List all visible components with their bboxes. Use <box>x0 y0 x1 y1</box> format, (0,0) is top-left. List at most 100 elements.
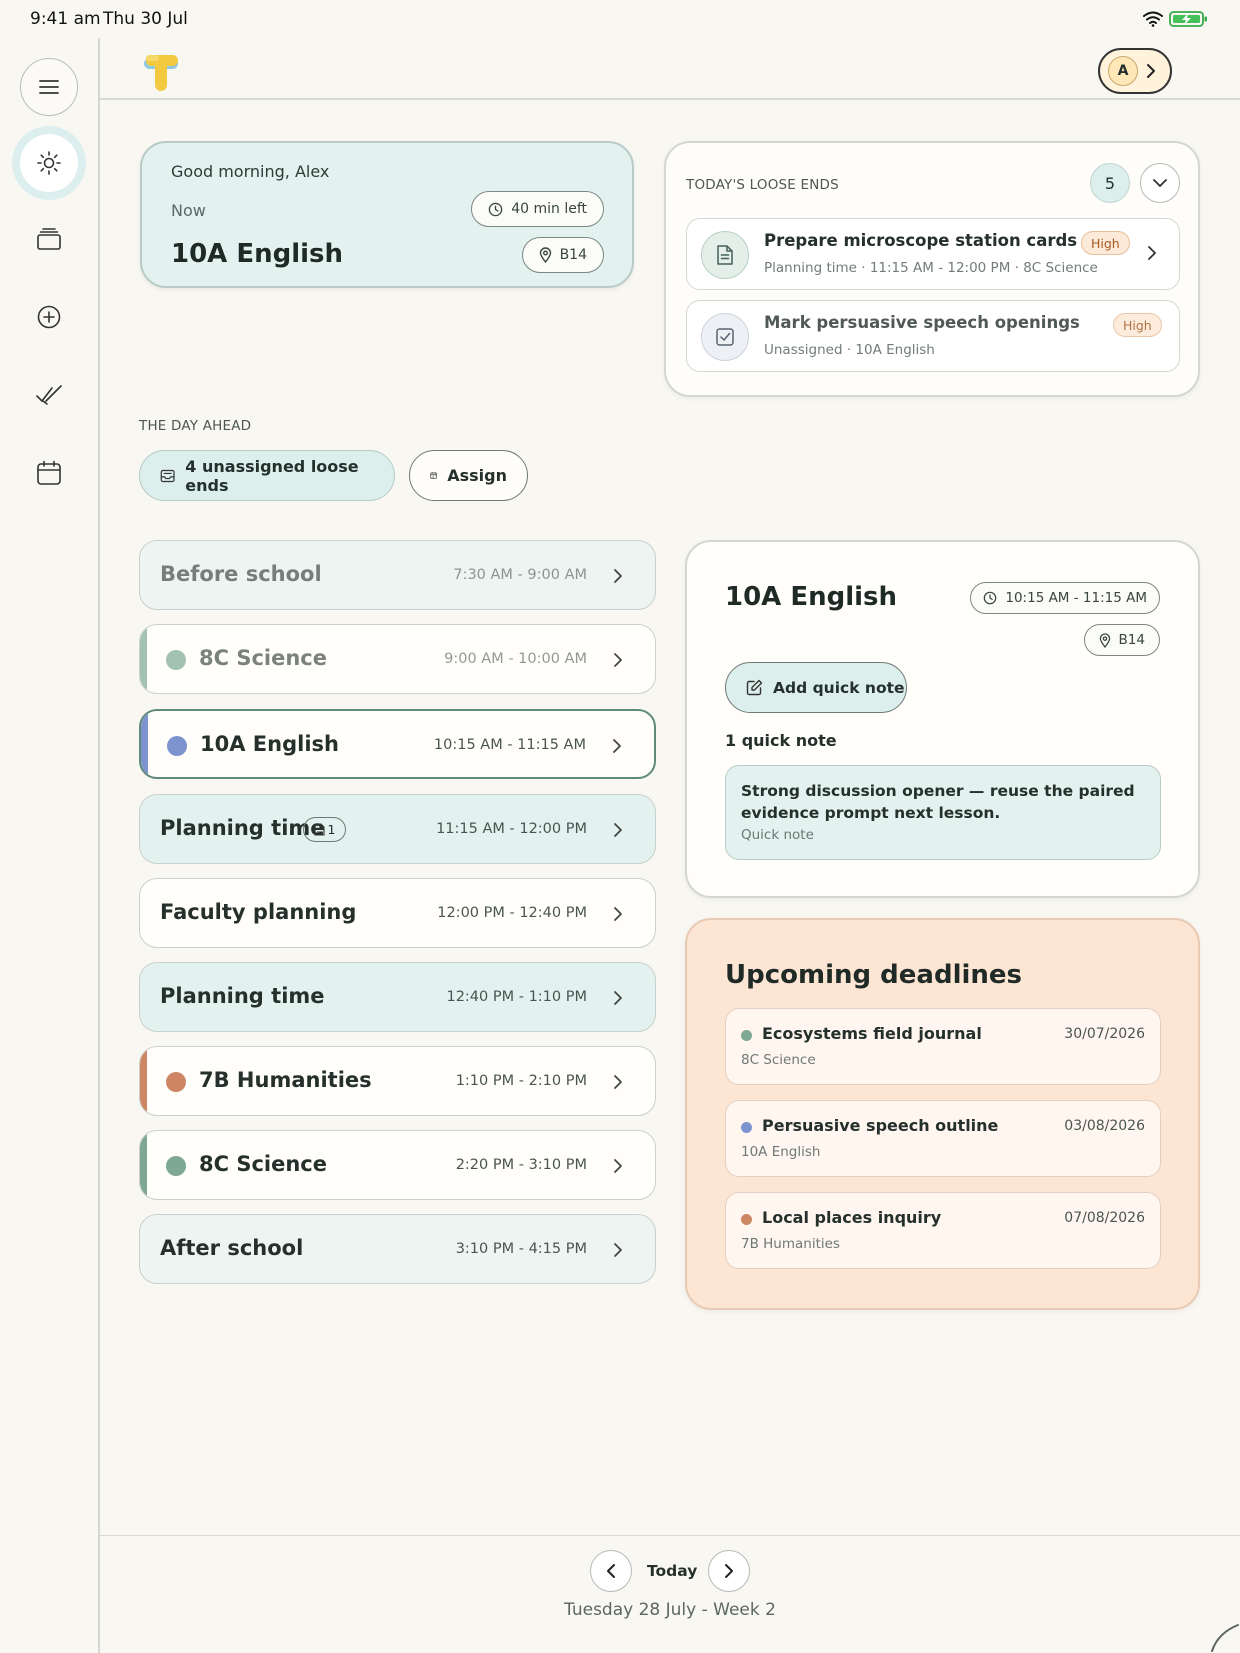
now-label: Now <box>171 201 206 220</box>
time-left-label: 40 min left <box>511 201 587 217</box>
deadline-item[interactable]: Local places inquiry 07/08/2026 7B Human… <box>725 1192 1161 1269</box>
collapse-loose-ends-button[interactable] <box>1140 163 1180 203</box>
period-name: 8C Science <box>199 646 327 670</box>
quick-note[interactable]: Strong discussion opener — reuse the pai… <box>725 765 1161 860</box>
plus-circle-icon <box>37 305 61 329</box>
chevron-right-icon <box>1147 64 1155 78</box>
assign-label: Assign <box>447 466 507 485</box>
loose-ends-count-badge: 5 <box>1090 163 1130 203</box>
subject-dot <box>741 1122 752 1133</box>
quick-note-text: Strong discussion opener — reuse the pai… <box>741 782 1135 822</box>
status-bar: 9:41 am Thu 30 Jul <box>0 0 1240 38</box>
avatar: A <box>1108 56 1138 86</box>
period-name: 7B Humanities <box>199 1068 372 1092</box>
class-time-label: 10:15 AM - 11:15 AM <box>1005 590 1147 606</box>
period-row[interactable]: 8C Science 2:20 PM - 3:10 PM <box>139 1130 656 1200</box>
week-label: Tuesday 28 July - Week 2 <box>564 1600 776 1620</box>
today-button[interactable]: Today <box>647 1562 697 1580</box>
period-time: 1:10 PM - 2:10 PM <box>455 1073 587 1089</box>
room-label: B14 <box>1118 632 1145 648</box>
chevron-right-icon <box>614 907 622 921</box>
chevron-right-icon <box>614 1159 622 1173</box>
inbox-icon <box>160 469 175 482</box>
chevron-down-icon <box>1153 179 1167 187</box>
deadline-item[interactable]: Ecosystems field journal 30/07/2026 8C S… <box>725 1008 1161 1085</box>
subject-dot <box>166 1156 186 1176</box>
loose-end-title: Mark persuasive speech openings <box>764 313 1080 332</box>
chevron-right-icon <box>614 1243 622 1257</box>
sidebar-item-today[interactable] <box>20 134 78 192</box>
period-row[interactable]: After school 3:10 PM - 4:15 PM <box>139 1214 656 1284</box>
detail-title: 10A English <box>725 582 898 612</box>
current-class-name: 10A English <box>171 239 344 269</box>
document-icon <box>701 231 749 279</box>
location-pin-icon <box>1099 632 1110 648</box>
period-name: 10A English <box>200 732 339 756</box>
deadline-class: 10A English <box>741 1144 821 1160</box>
resize-handle-icon <box>1211 1624 1239 1652</box>
period-time: 2:20 PM - 3:10 PM <box>455 1157 587 1173</box>
deadline-date: 07/08/2026 <box>1064 1210 1145 1226</box>
previous-day-button[interactable] <box>590 1550 632 1592</box>
deadline-name: Persuasive speech outline <box>762 1116 999 1135</box>
wifi-icon <box>1143 11 1163 27</box>
period-time: 3:10 PM - 4:15 PM <box>455 1241 587 1257</box>
edit-icon <box>746 679 763 696</box>
unassigned-loose-ends-button[interactable]: 4 unassigned loose ends <box>139 450 395 501</box>
time-left-chip: 40 min left <box>471 191 604 227</box>
priority-badge: High <box>1113 313 1162 337</box>
add-quick-note-button[interactable]: Add quick note <box>725 662 907 713</box>
period-row[interactable]: 8C Science 9:00 AM - 10:00 AM <box>139 624 656 694</box>
subject-dot <box>741 1030 752 1041</box>
period-row[interactable]: Planning time 1 11:15 AM - 12:00 PM <box>139 794 656 864</box>
day-ahead-title: THE DAY AHEAD <box>139 418 252 434</box>
greeting: Good morning, Alex <box>171 162 330 181</box>
room-chip: B14 <box>1083 624 1160 656</box>
period-row[interactable]: Planning time 12:40 PM - 1:10 PM <box>139 962 656 1032</box>
app-logo <box>142 52 180 96</box>
sidebar-item-done[interactable] <box>20 366 78 424</box>
chevron-right-icon <box>725 1564 733 1578</box>
menu-button[interactable] <box>20 58 78 116</box>
checkbox-icon <box>701 313 749 361</box>
sidebar-item-stack[interactable] <box>20 210 78 268</box>
chevron-right-icon <box>614 823 622 837</box>
loose-end-title: Prepare microscope station cards <box>764 231 1078 250</box>
deadlines-title: Upcoming deadlines <box>725 960 1023 990</box>
next-day-button[interactable] <box>708 1550 750 1592</box>
period-row[interactable]: Before school 7:30 AM - 9:00 AM <box>139 540 656 610</box>
location-pin-icon <box>539 247 551 263</box>
period-row[interactable]: Faculty planning 12:00 PM - 12:40 PM <box>139 878 656 948</box>
class-time-chip: 10:15 AM - 11:15 AM <box>970 582 1160 614</box>
deadline-date: 03/08/2026 <box>1064 1118 1145 1134</box>
chevron-right-icon <box>614 1075 622 1089</box>
loose-end-subtitle: Planning time · 11:15 AM - 12:00 PM · 8C… <box>764 260 1098 276</box>
period-row-current[interactable]: 10A English 10:15 AM - 11:15 AM <box>139 709 656 779</box>
loose-ends-card: TODAY'S LOOSE ENDS 5 Prepare microscope … <box>664 141 1200 397</box>
now-card[interactable]: Good morning, Alex Now 10A English 40 mi… <box>140 141 634 288</box>
sun-icon <box>37 151 61 175</box>
unassigned-label: 4 unassigned loose ends <box>185 456 359 495</box>
room-label: B14 <box>559 247 587 263</box>
note-count-badge: 1 <box>303 817 346 842</box>
account-button[interactable]: A <box>1098 48 1172 94</box>
top-bar: A <box>100 38 1240 100</box>
deadline-class: 8C Science <box>741 1052 816 1068</box>
note-count: 1 <box>327 822 336 837</box>
loose-end-item[interactable]: Prepare microscope station cards Plannin… <box>686 218 1180 290</box>
clock-icon <box>488 202 503 216</box>
deadline-name: Ecosystems field journal <box>762 1024 982 1043</box>
loose-ends-title: TODAY'S LOOSE ENDS <box>686 177 839 193</box>
subject-stripe <box>141 711 148 777</box>
room-chip: B14 <box>521 237 604 273</box>
period-time: 12:40 PM - 1:10 PM <box>446 989 587 1005</box>
sidebar-item-calendar[interactable] <box>20 444 78 502</box>
period-row[interactable]: 7B Humanities 1:10 PM - 2:10 PM <box>139 1046 656 1116</box>
subject-dot <box>166 650 186 670</box>
loose-end-item[interactable]: Mark persuasive speech openings Unassign… <box>686 300 1180 372</box>
deadline-item[interactable]: Persuasive speech outline 03/08/2026 10A… <box>725 1100 1161 1177</box>
assign-button[interactable]: Assign <box>409 450 528 501</box>
sidebar-item-add[interactable] <box>20 288 78 346</box>
period-time: 12:00 PM - 12:40 PM <box>437 905 587 921</box>
sidebar <box>0 38 100 1653</box>
